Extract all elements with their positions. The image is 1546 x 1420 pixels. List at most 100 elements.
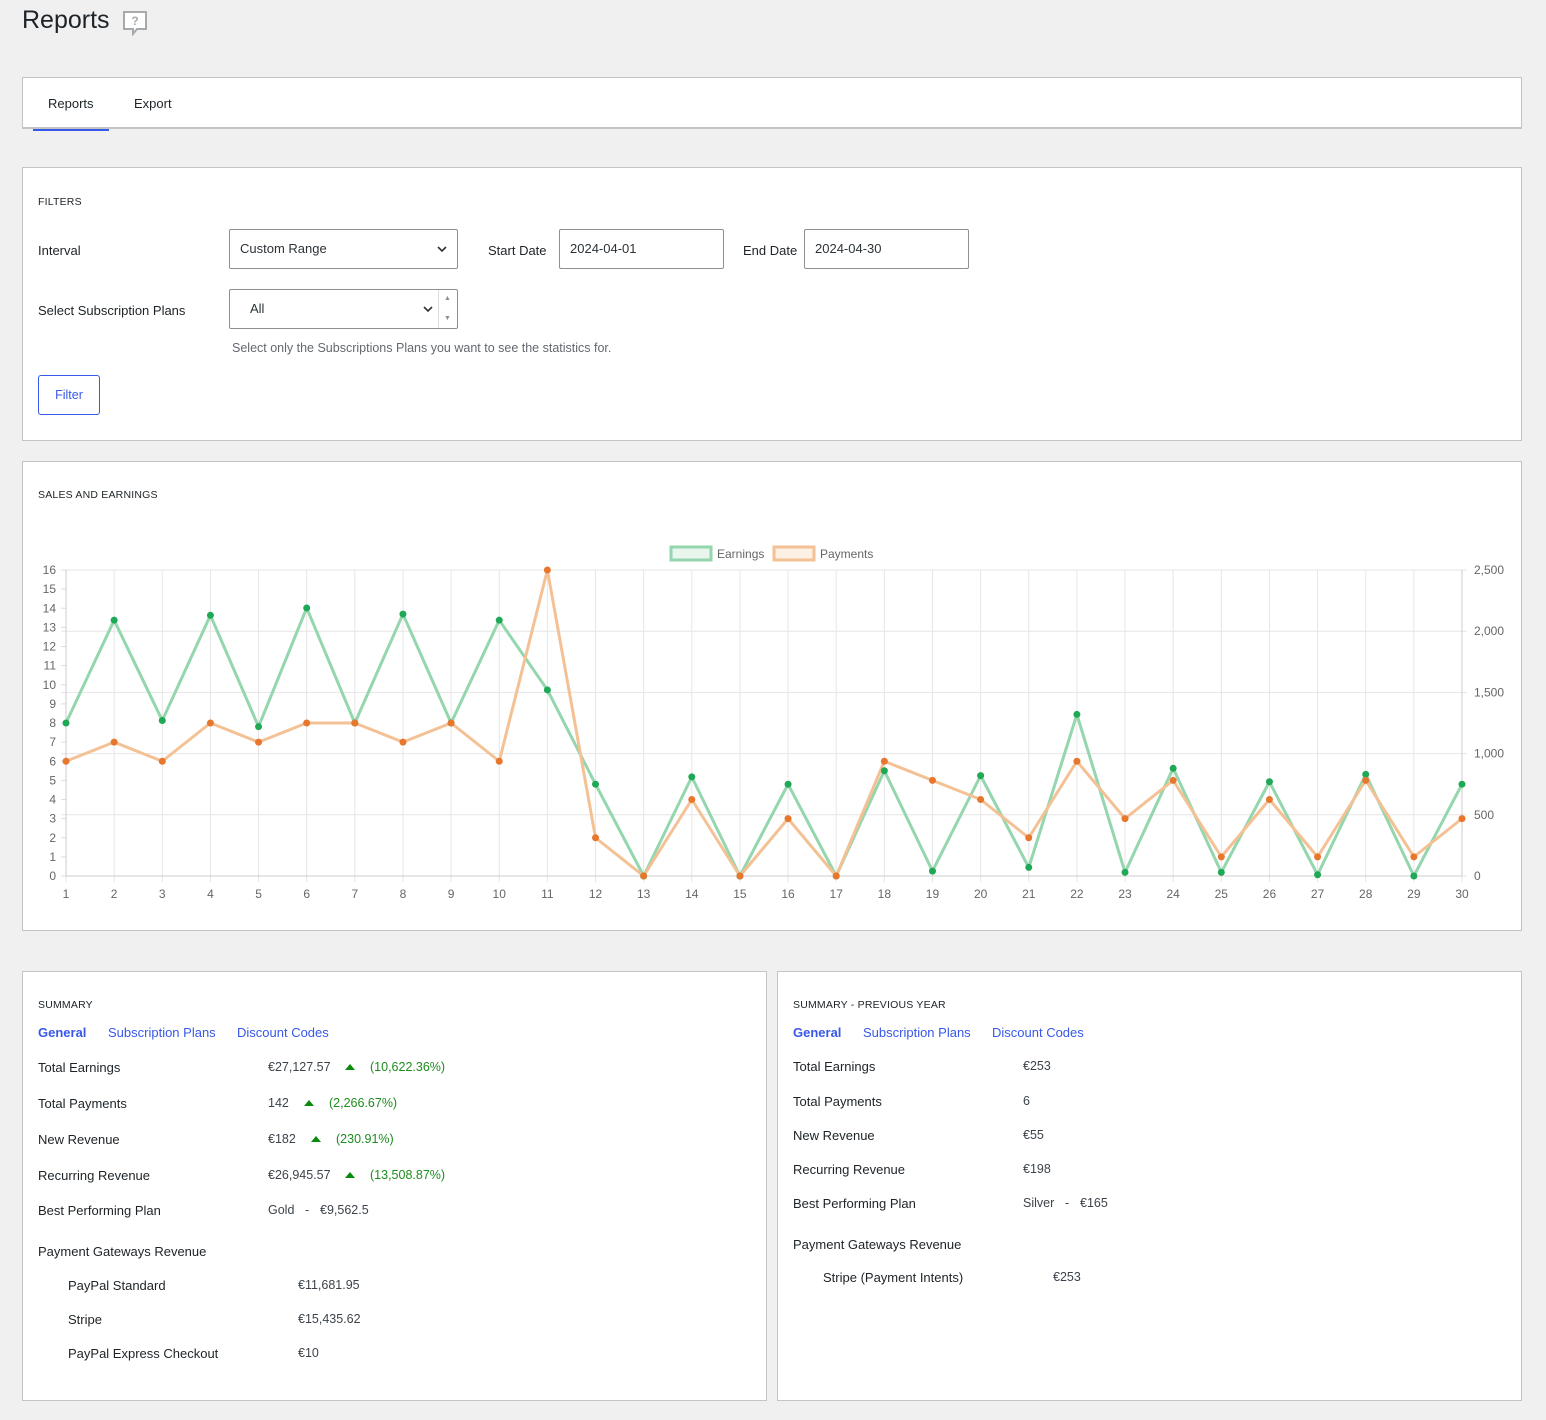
plans-hint: Select only the Subscriptions Plans you … [232,341,612,355]
scroll-up-icon[interactable]: ▲ [444,295,451,303]
y-left-tick-label: 14 [43,601,57,615]
x-tick-label: 24 [1166,887,1180,901]
best-plan-name: Gold [268,1203,295,1217]
sales-earnings-chart: 05001,0001,5002,0002,5000123456789101112… [43,545,1504,901]
start-date-label: Start Date [488,243,547,258]
end-date-input[interactable]: 2024-04-30 [804,229,969,269]
summary-prev-tab-discount-codes[interactable]: Discount Codes [992,1025,1084,1040]
x-tick-label: 30 [1455,887,1469,901]
recurring-revenue-value: €26,945.57 [268,1168,331,1182]
sales-earnings-panel: SALES AND EARNINGS 0 500 1,000 1,500 2,000 2,… [22,461,1522,931]
x-tick-label: 18 [878,887,892,901]
prev-total-payments-value: 6 [1023,1094,1030,1108]
legend-swatch-payments [772,545,816,562]
best-plan-label: Best Performing Plan [38,1203,161,1218]
data-point-payments [206,719,214,727]
data-point-earnings [158,717,166,725]
summary-tab-general[interactable]: General [38,1025,86,1040]
plans-label: Select Subscription Plans [38,303,186,318]
x-tick-label: 16 [781,887,795,901]
y-right-tick-label: 0 [1474,869,1481,883]
filter-button[interactable]: Filter [38,375,100,415]
summary-previous-year-panel: SUMMARY - PREVIOUS YEAR General Subscrip… [777,971,1522,1401]
summary-title: SUMMARY [38,999,93,1011]
data-point-payments [928,776,936,784]
data-point-payments [736,872,744,880]
trend-up-icon [345,1172,355,1178]
prev-total-earnings-value: €253 [1023,1059,1051,1073]
data-point-payments [977,796,985,803]
data-point-earnings [255,723,263,731]
data-point-earnings [1217,868,1225,876]
summary-prev-tab-general[interactable]: General [793,1025,841,1040]
summary-tab-discount-codes[interactable]: Discount Codes [237,1025,329,1040]
start-date-input[interactable]: 2024-04-01 [559,229,724,269]
x-tick-label: 2 [111,887,118,901]
data-point-payments [1121,815,1129,823]
gateway-paypal-express-label: PayPal Express Checkout [68,1346,219,1361]
x-tick-label: 27 [1311,887,1325,901]
prev-new-revenue-value: €55 [1023,1128,1044,1142]
x-tick-label: 1 [63,887,70,901]
prev-recurring-revenue-label: Recurring Revenue [793,1162,906,1177]
chevron-down-icon [423,306,433,313]
x-tick-label: 29 [1407,887,1421,901]
data-point-payments [303,719,311,727]
data-point-earnings [1314,871,1322,879]
x-tick-label: 15 [733,887,747,901]
legend-swatch-earnings [669,545,713,562]
total-earnings-change: (10,622.36%) [370,1060,446,1074]
x-tick-label: 17 [830,887,844,901]
filters-title: FILTERS [38,196,82,208]
data-point-payments [351,719,359,727]
x-tick-label: 25 [1215,887,1229,901]
nav-tabs: Reports Export [22,77,1522,131]
data-point-earnings [1265,778,1273,786]
plans-scrollbar[interactable]: ▲ ▼ [438,290,457,328]
y-left-tick-label: 3 [49,812,56,826]
x-tick-label: 10 [493,887,507,901]
prev-best-plan-value: €165 [1080,1196,1108,1210]
data-point-payments [784,815,792,823]
data-point-payments [592,834,600,842]
trend-up-icon [311,1136,321,1142]
y-left-tick-label: 2 [49,831,56,845]
scroll-down-icon[interactable]: ▼ [444,315,451,323]
x-tick-label: 23 [1118,887,1132,901]
interval-select[interactable]: Custom Range [229,229,458,269]
help-icon[interactable]: ? [122,10,148,36]
y-left-tick-label: 9 [49,697,56,711]
end-date-label: End Date [743,243,798,258]
data-point-payments [158,757,166,765]
y-right-tick-label: 1,000 [1474,747,1504,761]
x-tick-label: 14 [685,887,699,901]
summary-prev-tab-subscription-plans[interactable]: Subscription Plans [863,1025,971,1040]
total-earnings-label: Total Earnings [38,1060,121,1075]
data-point-payments [543,566,551,574]
chevron-down-icon [437,246,447,253]
y-right-tick-label: 1,500 [1474,685,1504,699]
summary-tab-subscription-plans[interactable]: Subscription Plans [108,1025,216,1040]
x-tick-label: 21 [1022,887,1036,901]
data-point-earnings [1169,764,1177,772]
data-point-payments [447,719,455,727]
tab-export[interactable]: Export [134,96,172,111]
x-tick-label: 7 [351,887,358,901]
interval-label: Interval [38,243,81,258]
prev-best-plan-name: Silver [1023,1196,1055,1210]
data-point-payments [399,738,407,746]
filters-panel: FILTERS Interval Custom Range Start Date… [22,167,1522,441]
plans-select[interactable]: All ▲ ▼ [229,289,458,329]
trend-up-icon [345,1064,355,1070]
prev-recurring-revenue-value: €198 [1023,1162,1051,1176]
data-point-payments [1410,853,1418,861]
end-date-value: 2024-04-30 [815,241,882,256]
x-tick-label: 9 [448,887,455,901]
prev-total-earnings-label: Total Earnings [793,1059,876,1074]
start-date-value: 2024-04-01 [570,241,637,256]
data-point-earnings [1362,770,1370,778]
data-point-earnings [784,780,792,788]
data-point-earnings [1121,868,1129,876]
tab-reports[interactable]: Reports [33,96,108,131]
x-tick-label: 12 [589,887,603,901]
